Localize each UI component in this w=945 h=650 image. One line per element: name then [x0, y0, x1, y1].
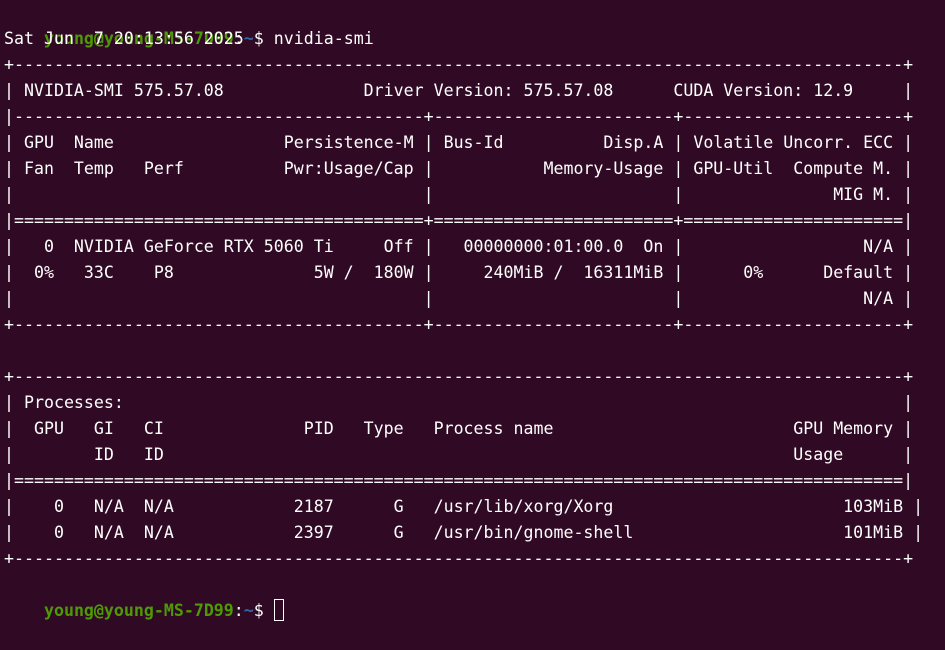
process-table-line: | 0 N/A N/A 2187 G /usr/lib/xorg/Xorg 10… [4, 497, 924, 516]
gpu-table-line: | Fan Temp Perf Pwr:Usage/Cap | Memory-U… [4, 159, 914, 178]
process-table-line: +---------------------------------------… [4, 367, 914, 386]
gpu-table-line: | | | MIG M. | [4, 185, 914, 204]
command-text: nvidia-smi [273, 29, 374, 48]
gpu-table-line: | | | N/A | [4, 289, 914, 308]
gpu-table-line: +---------------------------------------… [4, 315, 914, 334]
prompt-user-host: young@young-MS-7D99 [43, 601, 234, 620]
active-prompt-line[interactable]: young@young-MS-7D99:~$ [4, 572, 945, 621]
gpu-table-line: | 0 NVIDIA GeForce RTX 5060 Ti Off | 000… [4, 237, 914, 256]
terminal-window[interactable]: young@young-MS-7D99:~$ nvidia-smi Sat Ju… [0, 0, 945, 626]
gpu-table-line: | GPU Name Persistence-M | Bus-Id Disp.A… [4, 133, 914, 152]
process-table-line: | Processes: | [4, 393, 914, 412]
prompt-path: ~ [243, 29, 254, 48]
timestamp-line: Sat Jun 7 20:13:56 2025 [4, 29, 244, 48]
text-cursor[interactable] [273, 599, 284, 621]
process-table-line: | GPU GI CI PID Type Process name GPU Me… [4, 419, 914, 438]
process-table-line: |=======================================… [4, 471, 914, 490]
prompt-dollar: $ [253, 29, 274, 48]
command-line: young@young-MS-7D99:~$ nvidia-smi [4, 0, 945, 48]
gpu-table-line: | 0% 33C P8 5W / 180W | 240MiB / 16311Mi… [4, 263, 914, 282]
process-table-line: | ID ID Usage | [4, 445, 914, 464]
process-table-line: +---------------------------------------… [4, 549, 914, 568]
prompt-path: ~ [243, 601, 254, 620]
gpu-table-line: +---------------------------------------… [4, 55, 914, 74]
prompt-dollar: $ [253, 601, 274, 620]
gpu-table-line: |=======================================… [4, 211, 914, 230]
process-table-line: | 0 N/A N/A 2397 G /usr/bin/gnome-shell … [4, 523, 924, 542]
gpu-table-line: |---------------------------------------… [4, 107, 914, 126]
prompt-colon: : [233, 601, 244, 620]
gpu-table-line: | NVIDIA-SMI 575.57.08 Driver Version: 5… [4, 81, 914, 100]
